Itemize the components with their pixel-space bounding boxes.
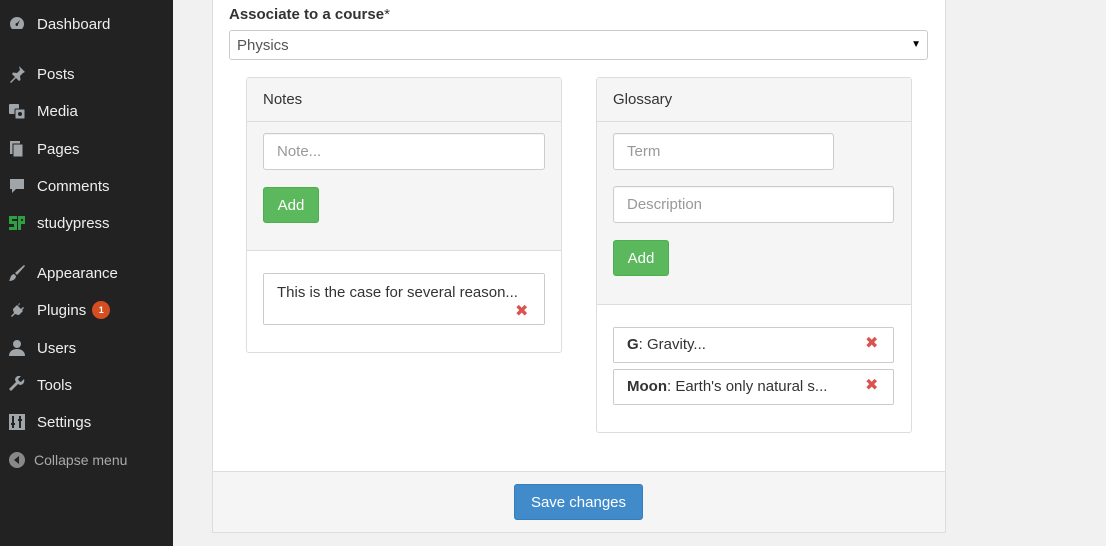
note-item-text: This is the case for several reason... <box>277 284 518 301</box>
delete-icon[interactable]: ✖ <box>865 378 878 394</box>
sidebar-item-label: Plugins <box>37 301 87 319</box>
pages-icon <box>7 139 27 159</box>
glossary-title: Glossary <box>597 78 911 122</box>
wrench-icon <box>7 375 27 395</box>
pushpin-icon <box>7 64 27 84</box>
note-item: This is the case for several reason... ✖ <box>263 273 545 325</box>
glossary-form: Term Description Add <box>597 122 911 305</box>
glossary-description: : Earth's only natural s... <box>666 378 828 395</box>
sidebar-item-label: Posts <box>37 65 75 83</box>
sidebar-item-label: Settings <box>37 413 92 431</box>
sidebar-item-dashboard[interactable]: Dashboard <box>0 7 173 41</box>
plugin-icon <box>7 300 27 320</box>
sidebar-item-appearance[interactable]: Appearance <box>0 256 173 290</box>
course-select[interactable]: Physics ▼ <box>229 30 928 60</box>
glossary-term: Moon <box>627 378 667 395</box>
sidebar-item-label: Pages <box>37 140 80 158</box>
notes-form: Note... Add <box>247 122 561 251</box>
media-icon <box>7 101 27 121</box>
delete-icon[interactable]: ✖ <box>515 304 528 320</box>
update-count-badge: 1 <box>92 301 111 319</box>
studypress-logo-icon <box>7 213 27 233</box>
note-input[interactable]: Note... <box>263 133 545 170</box>
delete-icon[interactable]: ✖ <box>865 336 878 352</box>
sidebar-item-label: Comments <box>37 177 110 195</box>
collapse-menu-label: Collapse menu <box>34 452 128 468</box>
glossary-description: : Gravity... <box>638 336 706 353</box>
required-mark: * <box>384 6 390 23</box>
glossary-item-text: G: Gravity... <box>627 336 706 353</box>
glossary-item: G: Gravity... ✖ <box>613 327 894 363</box>
sidebar-item-settings[interactable]: Settings <box>0 405 173 439</box>
sidebar-item-studypress[interactable]: studypress <box>0 206 173 240</box>
comment-icon <box>7 176 27 196</box>
notes-box: Notes Note... Add This is the case for s… <box>246 77 562 353</box>
glossary-box: Glossary Term Description Add G: Gravity… <box>596 77 912 433</box>
sidebar-item-media[interactable]: Media <box>0 94 173 128</box>
notes-title: Notes <box>247 78 561 122</box>
settings-icon <box>7 412 27 432</box>
save-changes-button[interactable]: Save changes <box>514 484 643 520</box>
collapse-arrow-icon <box>7 450 27 470</box>
user-icon <box>7 338 27 358</box>
dashboard-icon <box>7 14 27 34</box>
glossary-item: Moon: Earth's only natural s... ✖ <box>613 369 894 405</box>
sidebar-item-pages[interactable]: Pages <box>0 132 173 166</box>
sidebar-item-posts[interactable]: Posts <box>0 57 173 91</box>
course-label-text: Associate to a course <box>229 6 385 23</box>
add-glossary-button[interactable]: Add <box>613 240 669 276</box>
course-field-label: Associate to a course* <box>229 6 390 23</box>
sidebar-item-comments[interactable]: Comments <box>0 169 173 203</box>
glossary-item-text: Moon: Earth's only natural s... <box>627 378 827 395</box>
add-note-button[interactable]: Add <box>263 187 319 223</box>
sidebar-item-plugins[interactable]: Plugins 1 <box>0 293 173 327</box>
sidebar-item-label: Tools <box>37 376 73 394</box>
sidebar-item-label: Users <box>37 339 77 357</box>
collapse-menu-button[interactable]: Collapse menu <box>0 443 173 477</box>
sidebar-item-tools[interactable]: Tools <box>0 368 173 402</box>
form-footer: Save changes <box>213 471 945 532</box>
description-input[interactable]: Description <box>613 186 894 223</box>
paintbrush-icon <box>7 263 27 283</box>
sidebar-item-label: Dashboard <box>37 15 111 33</box>
sidebar-item-label: studypress <box>37 214 110 232</box>
sidebar-item-label: Appearance <box>37 264 118 282</box>
chevron-down-icon: ▼ <box>911 39 921 50</box>
term-input[interactable]: Term <box>613 133 834 170</box>
glossary-term: G <box>627 336 639 353</box>
course-settings-panel: Associate to a course* Physics ▼ Notes N… <box>212 0 946 533</box>
sidebar-item-users[interactable]: Users <box>0 331 173 365</box>
course-select-value: Physics <box>237 36 289 54</box>
admin-sidebar: Dashboard Posts Media Pages Comments stu… <box>0 0 173 546</box>
sidebar-item-label: Media <box>37 102 78 120</box>
